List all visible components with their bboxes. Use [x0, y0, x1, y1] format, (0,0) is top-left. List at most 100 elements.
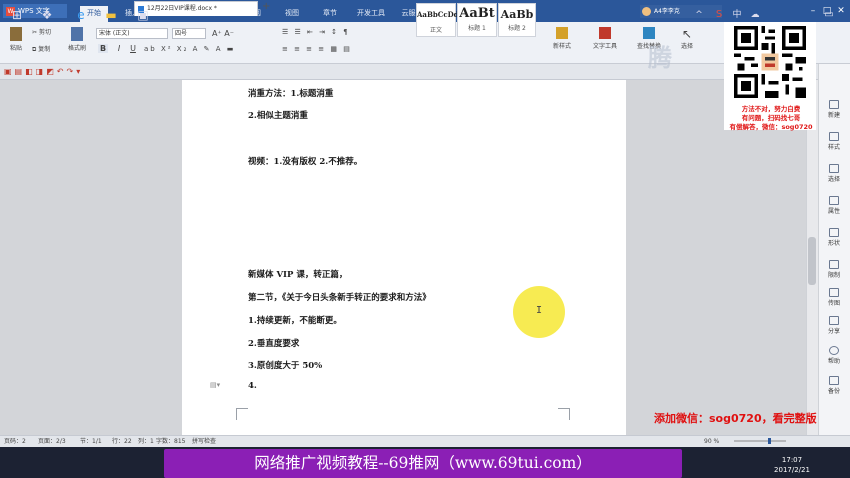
style-icon [829, 132, 839, 141]
properties-icon [829, 196, 839, 205]
new-icon [829, 100, 839, 109]
document-tab[interactable]: 12月22日VIP课程.docx * [134, 1, 258, 16]
pane-upload-image-label: 传图 [827, 300, 840, 307]
pane-help[interactable]: 帮助 [818, 346, 850, 365]
user-name: A4李李克 [654, 8, 680, 15]
new-tab-icon[interactable]: + [262, 1, 270, 12]
qr-code-icon [734, 24, 806, 100]
status-bar: 页码：2 页面：2/3 节：1/1 行：22 列：1 字数：815 拼写检查 9… [0, 435, 850, 447]
pane-new[interactable]: 新建 [818, 100, 850, 119]
tray-sogou-icon[interactable]: S [710, 6, 728, 24]
pane-upload-image[interactable]: 传图 [818, 288, 850, 307]
format-painter-button[interactable]: 格式刷 [64, 27, 90, 52]
style-normal-preview: AaBbCcDd [417, 10, 459, 19]
tray-up-icon[interactable]: ^ [690, 6, 708, 24]
select-button[interactable]: ↖ 选择 [676, 27, 698, 50]
zoom-slider[interactable] [730, 438, 790, 444]
page-corner-mark [558, 408, 570, 420]
taskbar-app-icon[interactable]: ▣ [134, 6, 152, 24]
doc-line[interactable]: 2.垂直度要求 [248, 337, 299, 349]
doc-line[interactable]: 第二节，《关于今日头条新手转正的要求和方法》 [248, 291, 431, 303]
tray-ime-icon[interactable]: 中 [728, 6, 746, 24]
pane-select[interactable]: 选择 [818, 164, 850, 183]
restrict-icon [829, 260, 839, 269]
scrollbar-thumb[interactable] [808, 237, 816, 285]
pane-style-label: 样式 [827, 144, 840, 151]
font-grow-shrink-icon[interactable]: A⁺ A⁻ [212, 29, 242, 38]
copy-button[interactable]: ⧉ 复制 [32, 44, 62, 54]
select-label: 选择 [680, 43, 693, 50]
pane-backup[interactable]: 备份 [818, 376, 850, 395]
system-clock[interactable]: 17:07 2017/2/21 [770, 450, 814, 475]
app-icon[interactable]: ❖ [38, 6, 56, 24]
watermark-text: 腾 [648, 44, 672, 72]
paragraph-align-icons[interactable]: ≡ ≡ ≡ ≡ ▦ ▤ [282, 45, 402, 53]
tab-developer[interactable]: 开发工具 [352, 6, 390, 22]
doc-line[interactable]: 视频：1.没有版权 2.不推荐。 [248, 155, 362, 167]
font-name-select[interactable]: 宋体 (正文) [96, 28, 168, 39]
minimize-icon[interactable]: – [808, 6, 818, 16]
font-effects-icons[interactable]: ab X² X₂ A ✎ A ▬ [144, 45, 256, 53]
pane-backup-label: 备份 [827, 388, 840, 395]
status-spell-check[interactable]: 拼写检查 [192, 436, 216, 447]
pane-restrict[interactable]: 限制 [818, 260, 850, 279]
italic-button[interactable]: I [114, 44, 124, 53]
font-size-select[interactable]: 四号 [172, 28, 206, 39]
pane-share[interactable]: 分享 [818, 316, 850, 335]
windows-start-icon[interactable]: ⊞ [8, 6, 26, 24]
new-style-button[interactable]: 新样式 [548, 27, 576, 50]
notification-icon[interactable]: ▭ [820, 6, 838, 24]
copy-icon: ⧉ [32, 46, 37, 53]
new-style-label: 新样式 [552, 43, 571, 50]
bold-button[interactable]: B [98, 44, 108, 53]
qr-caption: 有偿解答，微信：sog0720 [729, 123, 813, 131]
style-normal[interactable]: AaBbCcDd 正文 [416, 3, 459, 37]
status-pages: 页面：2/3 [38, 438, 66, 445]
doc-line[interactable]: 消重方法：1.标题消重 [248, 87, 333, 99]
pane-style[interactable]: 样式 [818, 132, 850, 151]
file-explorer-icon[interactable]: ▬ [102, 6, 120, 24]
tab-section[interactable]: 章节 [316, 6, 344, 22]
edge-browser-icon[interactable]: e [72, 6, 90, 24]
status-col: 列：1 [138, 438, 154, 445]
clock-date: 2017/2/21 [774, 466, 810, 474]
style-heading-2[interactable]: AaBb 标题 2 [498, 3, 536, 37]
text-tools-button[interactable]: 文字工具 [588, 27, 622, 50]
doc-line[interactable]: 3.原创度大于 50% [248, 359, 322, 371]
brush-icon [71, 27, 83, 41]
underline-button[interactable]: U [128, 44, 138, 53]
paste-button[interactable]: 粘贴 [6, 27, 26, 52]
text-tools-icon [599, 27, 611, 39]
doc-line[interactable]: 1.持续更新，不能断更。 [248, 314, 342, 326]
paragraph-layout-icon[interactable]: ▤▾ [210, 381, 224, 390]
share-icon [829, 316, 839, 325]
cut-button[interactable]: ✂ 剪切 [32, 27, 62, 36]
pane-select-label: 选择 [827, 176, 840, 183]
cursor-icon: ↖ [681, 27, 693, 41]
backup-icon [829, 376, 839, 385]
pane-shape[interactable]: 形状 [818, 228, 850, 247]
style-heading-1[interactable]: AaBt 标题 1 [457, 3, 497, 37]
quick-access-icons[interactable]: ▣▤◧◨◩↶↷▾ [4, 67, 124, 76]
document-tab-bar [0, 64, 850, 80]
style-heading-2-preview: AaBb [500, 8, 534, 21]
pane-properties[interactable]: 属性 [818, 196, 850, 215]
pane-properties-label: 属性 [827, 208, 840, 215]
image-icon [829, 288, 839, 297]
status-zoom[interactable]: 90 % [704, 436, 719, 447]
doc-line[interactable]: 4. [248, 381, 257, 391]
status-section: 节：1/1 [80, 438, 102, 445]
pane-help-label: 帮助 [827, 358, 840, 365]
select-icon [829, 164, 839, 173]
paragraph-list-icons[interactable]: ☰ ☰ ⇤ ⇥ ↕ ¶ [282, 28, 402, 36]
help-icon [829, 346, 839, 355]
tray-network-icon[interactable]: ☁ [746, 6, 764, 24]
pane-restrict-label: 限制 [827, 272, 840, 279]
paste-icon [10, 27, 22, 41]
status-words: 字数：815 [156, 438, 186, 445]
tab-view[interactable]: 视图 [278, 6, 306, 22]
doc-line[interactable]: 2.相似主题消重 [248, 109, 308, 121]
doc-line[interactable]: 新媒体 VIP 课，转正篇， [248, 268, 347, 280]
promo-banner: 网络推广视频教程--69推网（www.69tui.com） [164, 449, 682, 478]
text-tools-label: 文字工具 [592, 43, 617, 50]
